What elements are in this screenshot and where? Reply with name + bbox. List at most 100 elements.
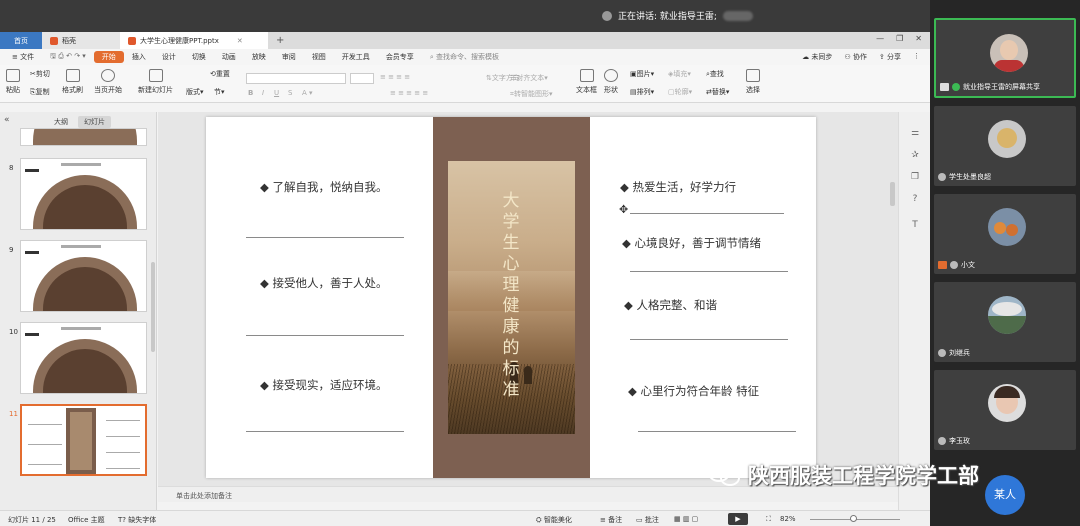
right-item-2[interactable]: ◆ 心境良好，善于调节情绪 <box>622 235 761 251</box>
find-button[interactable]: ⌕查找 <box>706 69 724 79</box>
font-color-icon[interactable]: A ▾ <box>302 89 313 97</box>
menu-insert[interactable]: 插入 <box>124 52 154 62</box>
fit-icon[interactable]: ⛶ <box>766 515 771 524</box>
maximize-icon[interactable]: ❐ <box>896 34 903 43</box>
menu-design[interactable]: 设计 <box>154 52 184 62</box>
align-text-button[interactable]: ☰对齐文本▾ <box>510 73 548 83</box>
fill-button[interactable]: ◈填充▾ <box>668 69 691 79</box>
menu-home[interactable]: 开始 <box>93 51 124 63</box>
participant-label: 小文 <box>938 260 975 270</box>
thumbnail-scrollbar[interactable] <box>151 262 155 352</box>
picture-button[interactable]: ▣图片▾ <box>630 69 654 79</box>
close-tab-icon[interactable]: ✕ <box>237 37 243 45</box>
underline <box>246 431 404 432</box>
cut-button[interactable]: ✂剪切 <box>30 69 50 79</box>
slide-thumbnail-10[interactable] <box>20 322 147 394</box>
slide-thumbnail-9[interactable] <box>20 240 147 312</box>
collab-button[interactable]: ⚇ 协作 <box>844 52 867 62</box>
meeting-top-bar: 正在讲话: 就业指导王雷; <box>0 0 930 32</box>
menu-view[interactable]: 视图 <box>304 52 334 62</box>
bold-button[interactable]: B <box>248 89 253 97</box>
wps-logo-icon <box>50 36 58 45</box>
participant-tile[interactable]: 小文 <box>934 194 1076 274</box>
quick-access-icons[interactable]: 🖫 ⎙ ↶ ↷ ▾ <box>42 52 94 63</box>
shape-button[interactable]: 形状 <box>604 69 618 95</box>
help-icon[interactable]: ? <box>909 194 921 204</box>
thumb-line <box>28 424 62 425</box>
share-button[interactable]: ⇪ 分享 <box>879 52 901 62</box>
strikethrough-button[interactable]: S <box>288 89 292 97</box>
right-item-1[interactable]: ◆ 热爱生活，好学力行 <box>620 179 736 195</box>
left-item-2[interactable]: ◆ 接受他人，善于人处。 <box>260 275 388 291</box>
thumb-heading <box>25 333 39 336</box>
zoom-slider-knob[interactable] <box>850 515 857 522</box>
play-from-current-button[interactable]: 当页开始 <box>94 69 122 95</box>
mic-icon <box>602 10 612 21</box>
font-name-select[interactable] <box>246 73 346 84</box>
arrange-button[interactable]: ▤排列▾ <box>630 87 654 97</box>
font-size-select[interactable] <box>350 73 374 84</box>
reset-button[interactable]: ⟲重置 <box>210 69 230 79</box>
participant-tile[interactable]: 学生处墨良超 <box>934 106 1076 186</box>
view-mode-icons[interactable]: ▦ ▥ ▢ <box>674 515 698 523</box>
floating-avatar-button[interactable]: 某人 <box>985 475 1025 515</box>
comments-toggle[interactable]: ▭ 批注 <box>636 515 659 525</box>
participant-tile[interactable]: 刘继兵 <box>934 282 1076 362</box>
slide-thumbnail-7[interactable] <box>20 128 147 146</box>
outline-button[interactable]: ▢轮廓▾ <box>668 87 692 97</box>
menu-member[interactable]: 会员专享 <box>378 52 422 62</box>
tab-draft[interactable]: 稻壳 <box>42 32 120 49</box>
menu-review[interactable]: 审阅 <box>274 52 304 62</box>
current-slide[interactable]: 大 学 生 心 理 健 康 的 标 准 ◆ 了解自我，悦纳自我。 ◆ 接受他人，… <box>206 117 816 478</box>
paragraph-icons[interactable]: ≡ ≡ ≡ ≡ <box>380 73 410 81</box>
underline-button[interactable]: U <box>274 89 279 97</box>
more-icon[interactable]: ⋮ <box>913 52 920 62</box>
ppt-file-icon <box>128 36 136 45</box>
properties-icon[interactable]: ⚌ <box>909 128 921 138</box>
right-item-4[interactable]: ◆ 心里行为符合年龄 特征 <box>628 383 759 399</box>
command-search[interactable]: ⌕ 查找命令、搜索模板 <box>430 52 499 62</box>
menu-developer[interactable]: 开发工具 <box>334 52 378 62</box>
beautify-button[interactable]: ⛭ 智能美化 <box>536 515 572 525</box>
align-icons[interactable]: ≡ ≡ ≡ ≡ ≡ <box>390 89 428 97</box>
missing-font-button[interactable]: T? 缺失字体 <box>118 515 156 525</box>
minimize-icon[interactable]: — <box>876 34 884 43</box>
canvas-scrollbar[interactable] <box>890 182 895 206</box>
menu-slideshow[interactable]: 放映 <box>244 52 274 62</box>
menu-file[interactable]: ≡ 文件 <box>4 52 42 62</box>
paste-button[interactable]: 粘贴 <box>6 69 20 95</box>
smartart-button[interactable]: ⌗转智能图形▾ <box>510 89 552 99</box>
slide-thumbnail-8[interactable] <box>20 158 147 230</box>
notes-toggle[interactable]: ≡ 备注 <box>600 515 622 525</box>
layout-button[interactable]: 版式▾ <box>186 87 204 97</box>
format-painter-button[interactable]: 格式刷 <box>62 69 83 95</box>
right-item-3[interactable]: ◆ 人格完整、和谐 <box>624 297 717 313</box>
menu-animation[interactable]: 动画 <box>214 52 244 62</box>
select-button[interactable]: 选择 <box>746 69 760 95</box>
participant-tile[interactable]: 李玉玫 <box>934 370 1076 450</box>
collapse-panel-icon[interactable]: « <box>4 115 10 125</box>
slide-thumbnail-11[interactable] <box>20 404 147 476</box>
replace-button[interactable]: ⇄替换▾ <box>706 87 729 97</box>
left-item-3[interactable]: ◆ 接受现实，适应环境。 <box>260 377 388 393</box>
text-icon[interactable]: T <box>909 220 921 230</box>
mic-active-icon <box>952 83 960 91</box>
participant-tile[interactable]: 就业指导王雷的屏幕共享 <box>934 18 1076 98</box>
textbox-button[interactable]: 文本框 <box>576 69 597 95</box>
new-slide-button[interactable]: 新建幻灯片 <box>138 69 173 95</box>
close-window-icon[interactable]: ✕ <box>915 34 922 43</box>
italic-button[interactable]: I <box>262 89 264 97</box>
copy-button[interactable]: ⎘复制 <box>30 87 50 97</box>
tab-outline[interactable]: 大纲 <box>48 116 74 128</box>
slideshow-play-button[interactable]: ▶ <box>728 513 748 525</box>
tab-slides[interactable]: 幻灯片 <box>78 116 111 128</box>
tab-document[interactable]: 大学生心理健康PPT.pptx ✕ <box>120 32 268 49</box>
unsync-button[interactable]: ☁ 未同步 <box>802 52 832 62</box>
left-item-1[interactable]: ◆ 了解自我，悦纳自我。 <box>260 179 388 195</box>
section-button[interactable]: 节▾ <box>214 87 225 97</box>
new-tab-button[interactable]: + <box>268 35 292 46</box>
star-icon[interactable]: ✰ <box>909 150 921 160</box>
copy-icon[interactable]: ❐ <box>909 172 921 182</box>
menu-transition[interactable]: 切换 <box>184 52 214 62</box>
tab-home[interactable]: 首页 <box>0 32 42 49</box>
